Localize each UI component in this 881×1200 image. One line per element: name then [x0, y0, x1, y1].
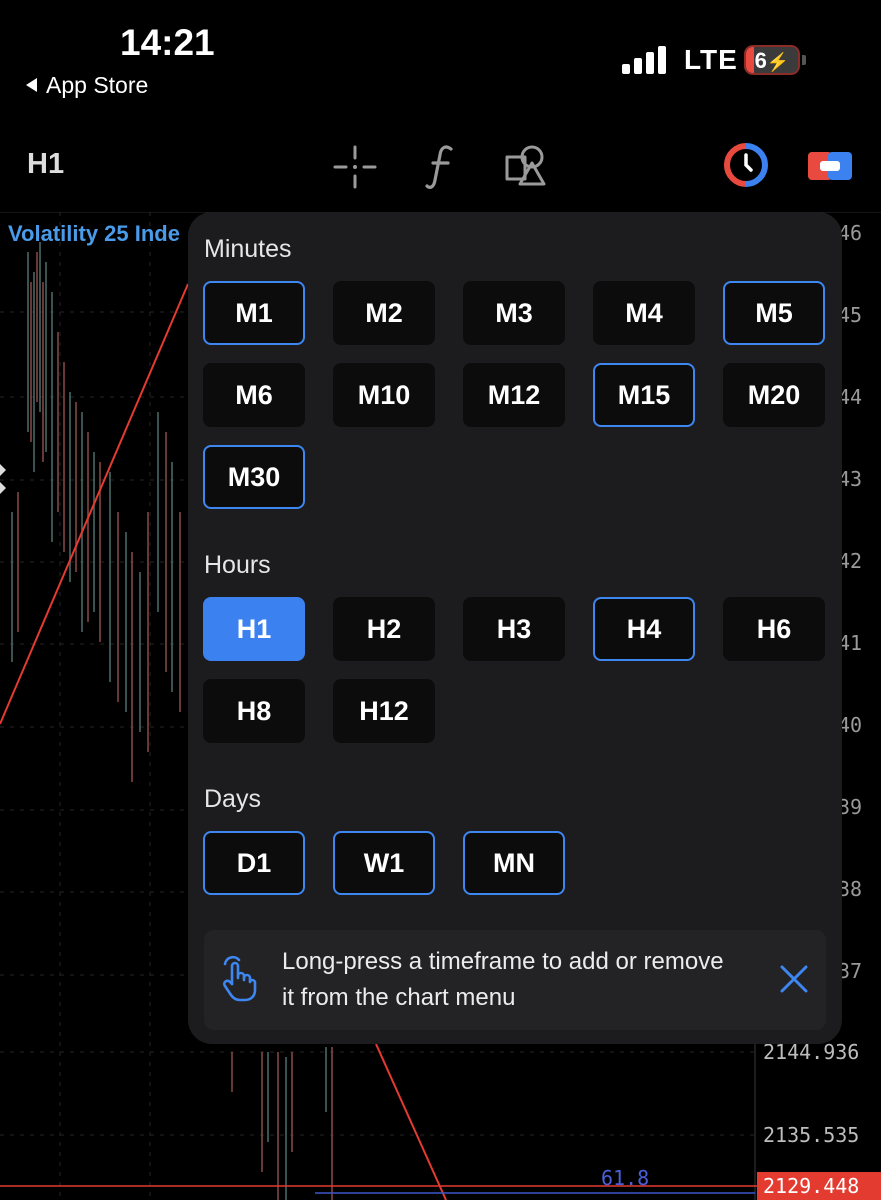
back-arrow-icon [26, 77, 37, 92]
timeframe-m20[interactable]: M20 [723, 363, 825, 427]
function-icon[interactable] [424, 142, 458, 192]
timeframe-m3[interactable]: M3 [463, 281, 565, 345]
close-icon[interactable] [778, 963, 810, 995]
timeframe-d1[interactable]: D1 [203, 831, 305, 895]
clock-icon[interactable] [724, 143, 768, 187]
current-price-label: 2129.448 [757, 1172, 881, 1200]
shapes-icon[interactable] [504, 143, 548, 187]
timeframe-m6[interactable]: M6 [203, 363, 305, 427]
timeframe-panel: Minutes M1 M2 M3 M4 M5 M6 M10 M12 M15 M2… [188, 212, 842, 1044]
timeframe-h1[interactable]: H1 [203, 597, 305, 661]
timeframe-w1[interactable]: W1 [333, 831, 435, 895]
timeframe-h2[interactable]: H2 [333, 597, 435, 661]
hint-banner: Long-press a timeframe to add or remove … [204, 930, 826, 1030]
timeframe-h6[interactable]: H6 [723, 597, 825, 661]
timeframe-m10[interactable]: M10 [333, 363, 435, 427]
section-hours: Hours [204, 551, 271, 579]
crosshair-icon[interactable] [332, 144, 378, 190]
hint-text: Long-press a timeframe to add or remove … [282, 948, 724, 1011]
price-scale-label: 2135.535 [763, 1123, 860, 1147]
timeframe-m30[interactable]: M30 [203, 445, 305, 509]
timeframe-h4[interactable]: H4 [593, 597, 695, 661]
section-minutes: Minutes [204, 235, 292, 263]
status-time: 14:21 [120, 22, 215, 63]
status-bar: 14:21 App Store LTE 6⚡ [0, 0, 881, 110]
timeframe-button[interactable]: H1 [27, 148, 64, 181]
trade-icon[interactable] [808, 150, 852, 182]
timeframe-m4[interactable]: M4 [593, 281, 695, 345]
timeframe-m1[interactable]: M1 [203, 281, 305, 345]
hand-tap-icon [223, 955, 257, 1002]
fibonacci-level-label: 61.8 [601, 1166, 650, 1190]
timeframe-mn[interactable]: MN [463, 831, 565, 895]
timeframe-h3[interactable]: H3 [463, 597, 565, 661]
instrument-label: Volatility 25 Inde [8, 221, 180, 246]
back-to-app-store[interactable]: App Store [26, 72, 148, 99]
network-type: LTE [684, 44, 738, 75]
signal-icon [622, 44, 670, 74]
section-days: Days [204, 785, 261, 813]
battery-icon: 6⚡ [744, 45, 800, 75]
timeframe-h12[interactable]: H12 [333, 679, 435, 743]
battery-level: 6 [754, 48, 767, 73]
timeframe-m2[interactable]: M2 [333, 281, 435, 345]
timeframe-m5[interactable]: M5 [723, 281, 825, 345]
timeframe-m12[interactable]: M12 [463, 363, 565, 427]
back-label: App Store [46, 72, 149, 98]
timeframe-h8[interactable]: H8 [203, 679, 305, 743]
battery-cap [802, 55, 806, 65]
timeframe-m15[interactable]: M15 [593, 363, 695, 427]
